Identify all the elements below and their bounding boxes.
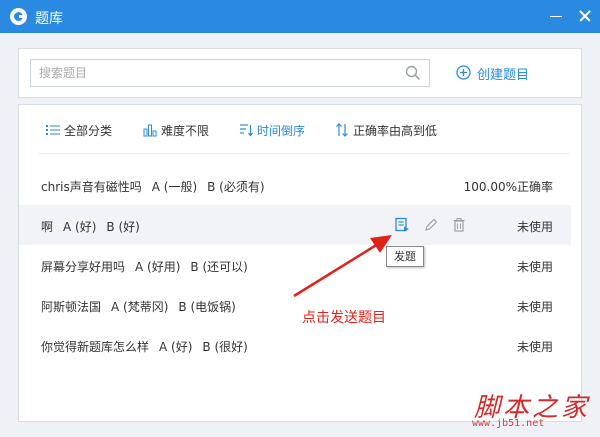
annotation-text: 点击发送题目 xyxy=(302,310,386,326)
option-b: B (还可以) xyxy=(190,260,248,274)
question-row[interactable]: chris声音有磁性吗 A (一般) B (必须有) 100.00%正确率 xyxy=(19,165,571,205)
option-a: A (梵蒂冈) xyxy=(111,300,169,314)
question-status: 未使用 xyxy=(516,260,553,274)
filter-time-desc-label: 时间倒序 xyxy=(257,124,306,138)
option-a: A (好) xyxy=(159,340,193,354)
send-question-tooltip: 发题 xyxy=(386,246,424,267)
sort-arrows-icon xyxy=(336,123,348,137)
edit-pencil-icon[interactable] xyxy=(423,217,439,233)
question-content: 啊 A (好) B (好) xyxy=(41,218,140,235)
send-question-icon[interactable] xyxy=(394,217,410,233)
question-content: chris声音有磁性吗 A (一般) B (必须有) xyxy=(41,178,265,195)
delete-trash-icon[interactable] xyxy=(451,217,467,233)
window-title: 题库 xyxy=(35,11,63,27)
search-input[interactable] xyxy=(31,60,401,86)
option-a: A (好用) xyxy=(135,260,181,274)
search-panel: 创建题目 xyxy=(18,48,582,98)
question-text: 你觉得新题库怎么样 xyxy=(41,340,150,354)
search-box xyxy=(30,59,430,87)
question-status: 100.00%正确率 xyxy=(463,180,553,194)
option-b: B (好) xyxy=(106,220,140,234)
question-list-panel: 全部分类 难度不限 时间倒序 正确率由高到低 chris声音有磁性吗 A (一般… xyxy=(18,104,582,422)
title-bar: 题库 xyxy=(0,0,600,33)
question-row[interactable]: 屏幕分享好用吗 A (好用) B (还可以) 未使用 xyxy=(19,245,571,285)
question-text: chris声音有磁性吗 xyxy=(41,180,142,194)
sort-time-icon xyxy=(240,124,253,137)
option-a: A (好) xyxy=(63,220,97,234)
question-text: 屏幕分享好用吗 xyxy=(41,260,126,274)
filter-all-categories-label: 全部分类 xyxy=(64,124,113,138)
plus-circle-icon xyxy=(456,65,471,80)
create-question-label: 创建题目 xyxy=(477,68,530,83)
question-text: 啊 xyxy=(41,220,54,234)
divider xyxy=(39,153,569,154)
filter-bar: 全部分类 难度不限 时间倒序 正确率由高到低 xyxy=(19,105,581,153)
bar-chart-icon xyxy=(143,124,157,137)
question-status: 未使用 xyxy=(516,340,553,354)
filter-accuracy-label: 正确率由高到低 xyxy=(353,124,438,138)
search-icon[interactable] xyxy=(405,65,421,81)
option-b: B (必须有) xyxy=(207,180,265,194)
question-status: 未使用 xyxy=(516,220,553,234)
watermark-url: www.jb51.net xyxy=(472,418,545,429)
question-row[interactable]: 你觉得新题库怎么样 A (好) B (很好) 未使用 xyxy=(19,325,571,365)
question-text: 阿斯顿法国 xyxy=(41,300,102,314)
option-a: A (一般) xyxy=(151,180,198,194)
filter-difficulty-label: 难度不限 xyxy=(161,124,210,138)
list-icon xyxy=(46,125,60,135)
question-content: 屏幕分享好用吗 A (好用) B (还可以) xyxy=(41,258,248,275)
question-content: 你觉得新题库怎么样 A (好) B (很好) xyxy=(41,338,248,355)
option-b: B (电饭锅) xyxy=(178,300,236,314)
question-status: 未使用 xyxy=(516,300,553,314)
watermark: 脚本之家 www.jb51.net xyxy=(470,385,598,435)
question-row[interactable]: 啊 A (好) B (好) 未使用 xyxy=(19,205,571,245)
question-row[interactable]: 阿斯顿法国 A (梵蒂冈) B (电饭锅) 未使用 xyxy=(19,285,571,325)
close-button[interactable] xyxy=(574,5,596,27)
app-logo-icon xyxy=(10,8,27,25)
question-content: 阿斯顿法国 A (梵蒂冈) B (电饭锅) xyxy=(41,298,236,315)
minimize-button[interactable] xyxy=(545,5,567,27)
option-b: B (很好) xyxy=(202,340,248,354)
